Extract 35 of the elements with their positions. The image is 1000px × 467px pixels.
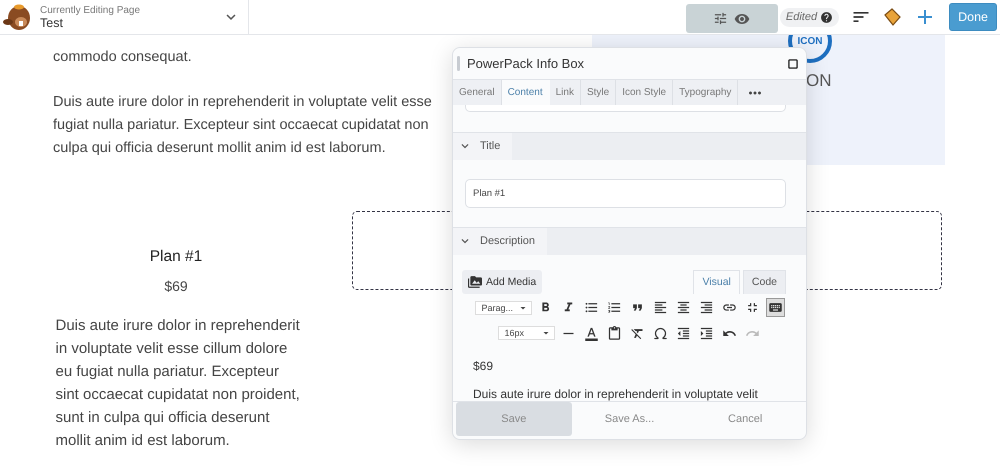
window-icon[interactable] [786, 56, 800, 70]
editor-mode-tab[interactable]: Visual [693, 270, 740, 294]
plan-title: Plan #1 [150, 248, 202, 266]
editor-text: Duis aute irure dolor in reprehenderit in voluptate velit [473, 387, 759, 401]
media-icon [468, 274, 482, 289]
drag-handle[interactable] [457, 56, 460, 71]
view-toggle[interactable] [686, 4, 778, 33]
font-size-select[interactable]: 16px [498, 326, 554, 340]
body-text: commodo consequat. [53, 48, 193, 67]
plan-description: Duis aute irure dolor in reprehenderit in voluptate velit esse cillum dolore eu fugiat nulla pariatur. Excepteur sint occaecat cupidatat non proident, sunt in culpa qui officia deserunt mollit anim id est laborum. [56, 316, 301, 451]
panel-title: PowerPack Info Box [467, 56, 586, 71]
tag-icon[interactable] [883, 8, 902, 26]
title-input[interactable]: Plan #1 [465, 178, 786, 208]
page-title: Test [40, 16, 64, 30]
help-icon[interactable] [820, 10, 834, 24]
section-header[interactable]: Description [453, 228, 548, 255]
footer-button[interactable]: Save As... [572, 402, 688, 436]
footer-button[interactable]: Cancel [687, 402, 804, 436]
plan-price: $69 [164, 278, 188, 294]
sliders-icon[interactable] [713, 11, 728, 26]
body-text: Duis aute irure dolor in reprehenderit in voluptate velit esse [53, 93, 433, 112]
format-select[interactable]: Parag... [474, 300, 532, 315]
panel-tab[interactable]: Content [502, 80, 550, 105]
edited-status[interactable]: Edited [780, 8, 840, 26]
page-label: Currently Editing Page [40, 4, 142, 16]
body-text: culpa qui officia deserunt mollit anim id est laborum. [53, 139, 387, 158]
section-header[interactable]: Title [453, 132, 512, 160]
add-media-button[interactable]: Add Media [462, 270, 542, 294]
editor-text: $69 [473, 359, 494, 373]
body-text: fugiat nulla pariatur. Excepteur sint occaecat cupidatat non [53, 116, 430, 135]
input-field[interactable] [465, 105, 786, 112]
toolbar-toggle-icon[interactable] [766, 298, 784, 318]
editor-mode-tab[interactable]: Code [742, 270, 786, 294]
icon-heading: ON [806, 71, 832, 91]
done-button[interactable]: Done [949, 3, 997, 31]
